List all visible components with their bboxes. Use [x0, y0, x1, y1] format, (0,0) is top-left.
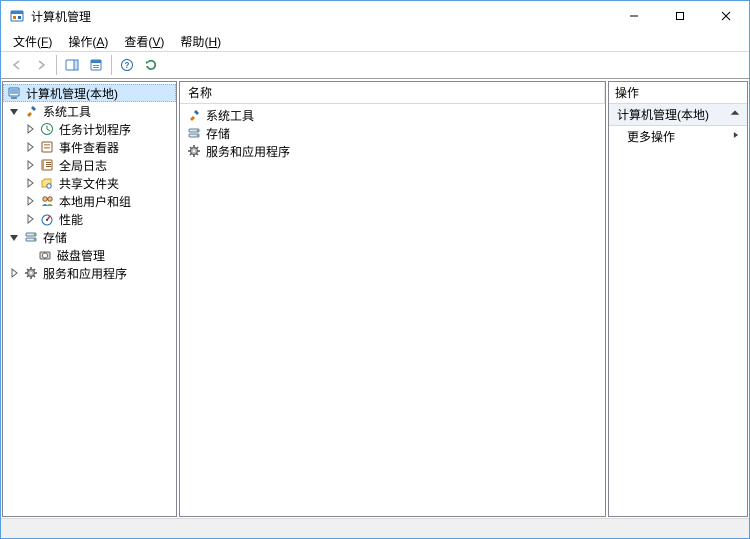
- list-body: 系统工具 存储 服务和应用程序: [180, 104, 605, 516]
- actions-category[interactable]: 计算机管理(本地): [609, 104, 747, 126]
- chevron-right-icon[interactable]: [23, 158, 37, 172]
- list-pane: 名称 系统工具 存储 服务和应用程序: [179, 81, 606, 517]
- computer-icon: [6, 85, 22, 101]
- actions-more[interactable]: 更多操作: [609, 126, 747, 146]
- list-item-services-apps[interactable]: 服务和应用程序: [180, 142, 605, 160]
- menu-file[interactable]: 文件(F): [5, 31, 60, 52]
- shared-folder-icon: [39, 175, 55, 191]
- toolbar-separator: [111, 55, 112, 75]
- tree-system-tools[interactable]: 系统工具: [3, 102, 176, 120]
- submenu-icon: [731, 129, 741, 143]
- app-window: 计算机管理 文件(F) 操作(A) 查看(V) 帮助(H) 计算机管理(本地): [0, 0, 750, 539]
- tree-pane: 计算机管理(本地) 系统工具 任务计划程序 事件查看器 全局日志: [2, 81, 177, 517]
- minimize-button[interactable]: [611, 1, 657, 31]
- gear-icon: [23, 265, 39, 281]
- tree-performance[interactable]: 性能: [3, 210, 176, 228]
- forward-button[interactable]: [30, 54, 52, 76]
- storage-icon: [23, 229, 39, 245]
- window-controls: [611, 1, 749, 31]
- tree-global-log[interactable]: 全局日志: [3, 156, 176, 174]
- app-icon: [9, 8, 25, 24]
- tools-icon: [186, 107, 202, 123]
- actions-pane: 操作 计算机管理(本地) 更多操作: [608, 81, 748, 517]
- tree-services-apps[interactable]: 服务和应用程序: [3, 264, 176, 282]
- tree-root[interactable]: 计算机管理(本地): [3, 84, 176, 102]
- tree-shared-folders[interactable]: 共享文件夹: [3, 174, 176, 192]
- chevron-right-icon[interactable]: [7, 266, 21, 280]
- title-bar: 计算机管理: [1, 1, 749, 31]
- help-button[interactable]: [116, 54, 138, 76]
- chevron-right-icon[interactable]: [23, 194, 37, 208]
- show-hide-pane-button[interactable]: [61, 54, 83, 76]
- chevron-right-icon[interactable]: [23, 122, 37, 136]
- tree-storage[interactable]: 存储: [3, 228, 176, 246]
- actions-header: 操作: [609, 82, 747, 104]
- list-item-system-tools[interactable]: 系统工具: [180, 106, 605, 124]
- journal-icon: [39, 157, 55, 173]
- storage-icon: [186, 125, 202, 141]
- menu-action[interactable]: 操作(A): [60, 31, 116, 52]
- window-title: 计算机管理: [31, 8, 611, 25]
- back-button[interactable]: [6, 54, 28, 76]
- content-area: 计算机管理(本地) 系统工具 任务计划程序 事件查看器 全局日志: [1, 79, 749, 518]
- properties-button[interactable]: [85, 54, 107, 76]
- gear-icon: [186, 143, 202, 159]
- tree-disk-management[interactable]: 磁盘管理: [3, 246, 176, 264]
- disk-icon: [37, 247, 53, 263]
- tree-task-scheduler[interactable]: 任务计划程序: [3, 120, 176, 138]
- menu-view[interactable]: 查看(V): [116, 31, 172, 52]
- menu-help[interactable]: 帮助(H): [172, 31, 229, 52]
- chevron-right-icon[interactable]: [23, 140, 37, 154]
- menu-bar: 文件(F) 操作(A) 查看(V) 帮助(H): [1, 31, 749, 51]
- collapse-icon: [729, 107, 741, 122]
- tree-event-viewer[interactable]: 事件查看器: [3, 138, 176, 156]
- tools-icon: [23, 103, 39, 119]
- maximize-button[interactable]: [657, 1, 703, 31]
- performance-icon: [39, 211, 55, 227]
- toolbar-separator: [56, 55, 57, 75]
- tree-root-label: 计算机管理(本地): [26, 85, 118, 102]
- list-item-storage[interactable]: 存储: [180, 124, 605, 142]
- chevron-right-icon[interactable]: [23, 212, 37, 226]
- status-bar: [1, 518, 749, 538]
- list-header: 名称: [180, 82, 605, 104]
- chevron-down-icon[interactable]: [7, 104, 21, 118]
- actions-body: 计算机管理(本地) 更多操作: [609, 104, 747, 516]
- refresh-button[interactable]: [140, 54, 162, 76]
- event-viewer-icon: [39, 139, 55, 155]
- close-button[interactable]: [703, 1, 749, 31]
- users-icon: [39, 193, 55, 209]
- tree-local-users[interactable]: 本地用户和组: [3, 192, 176, 210]
- chevron-right-icon[interactable]: [23, 176, 37, 190]
- clock-icon: [39, 121, 55, 137]
- chevron-down-icon[interactable]: [7, 230, 21, 244]
- toolbar: [1, 51, 749, 79]
- column-name[interactable]: 名称: [180, 82, 605, 103]
